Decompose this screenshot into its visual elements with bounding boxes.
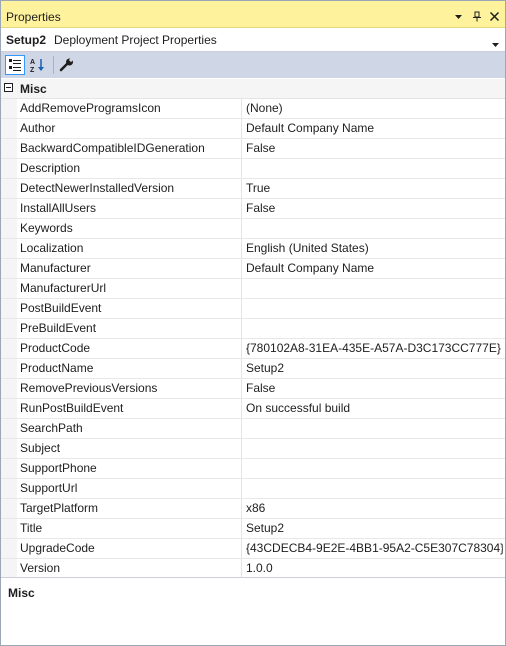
property-row[interactable]: RunPostBuildEvent On successful build xyxy=(1,399,505,419)
description-pane: Misc xyxy=(1,578,505,645)
property-row[interactable]: PostBuildEvent xyxy=(1,299,505,319)
property-value[interactable]: False xyxy=(246,379,503,398)
property-value[interactable]: {780102A8-31EA-435E-A57A-D3C173CC777E} xyxy=(246,339,503,358)
property-value[interactable]: English (United States) xyxy=(246,239,503,258)
property-value[interactable]: Default Company Name xyxy=(246,119,503,138)
toolbar: A Z xyxy=(1,52,505,78)
alphabetical-icon: A Z xyxy=(30,59,44,73)
property-value[interactable]: On successful build xyxy=(246,399,503,418)
property-value[interactable] xyxy=(246,279,503,298)
property-pages-button[interactable] xyxy=(57,55,77,75)
property-name[interactable]: RunPostBuildEvent xyxy=(1,399,242,418)
property-name[interactable]: InstallAllUsers xyxy=(1,199,242,218)
property-row[interactable]: SupportPhone xyxy=(1,459,505,479)
property-name[interactable]: PostBuildEvent xyxy=(1,299,242,318)
chevron-down-icon[interactable] xyxy=(492,37,499,51)
property-name[interactable]: Localization xyxy=(1,239,242,258)
property-row[interactable]: Localization English (United States) xyxy=(1,239,505,259)
property-value[interactable] xyxy=(246,439,503,458)
property-row[interactable]: Title Setup2 xyxy=(1,519,505,539)
object-selector[interactable]: Setup2 Deployment Project Properties xyxy=(1,28,505,52)
property-value[interactable] xyxy=(246,459,503,478)
property-name[interactable]: ManufacturerUrl xyxy=(1,279,242,298)
property-row[interactable]: SupportUrl xyxy=(1,479,505,499)
property-value[interactable]: 1.0.0 xyxy=(246,559,503,578)
property-row[interactable]: SearchPath xyxy=(1,419,505,439)
object-name: Setup2 xyxy=(6,33,47,47)
property-value[interactable]: Setup2 xyxy=(246,519,503,538)
property-name[interactable]: BackwardCompatibleIDGeneration xyxy=(1,139,242,158)
property-row[interactable]: DetectNewerInstalledVersion True xyxy=(1,179,505,199)
property-name[interactable]: Subject xyxy=(1,439,242,458)
category-label: Misc xyxy=(20,82,47,96)
property-name[interactable]: Title xyxy=(1,519,242,538)
property-name[interactable]: Author xyxy=(1,119,242,138)
property-name[interactable]: DetectNewerInstalledVersion xyxy=(1,179,242,198)
property-row[interactable]: ProductName Setup2 xyxy=(1,359,505,379)
property-value[interactable]: (None) xyxy=(246,99,503,118)
property-name[interactable]: ProductName xyxy=(1,359,242,378)
property-row[interactable]: TargetPlatform x86 xyxy=(1,499,505,519)
property-name[interactable]: SupportPhone xyxy=(1,459,242,478)
property-name[interactable]: TargetPlatform xyxy=(1,499,242,518)
property-value[interactable] xyxy=(246,299,503,318)
property-name[interactable]: Keywords xyxy=(1,219,242,238)
property-value[interactable]: False xyxy=(246,199,503,218)
property-value[interactable]: Default Company Name xyxy=(246,259,503,278)
property-name[interactable]: SearchPath xyxy=(1,419,242,438)
property-name[interactable]: ProductCode xyxy=(1,339,242,358)
property-value[interactable] xyxy=(246,159,503,178)
property-row[interactable]: RemovePreviousVersions False xyxy=(1,379,505,399)
categorized-icon xyxy=(9,59,21,71)
property-row[interactable]: ManufacturerUrl xyxy=(1,279,505,299)
property-name[interactable]: RemovePreviousVersions xyxy=(1,379,242,398)
property-value[interactable] xyxy=(246,219,503,238)
property-value[interactable]: False xyxy=(246,139,503,158)
pin-icon[interactable] xyxy=(471,11,482,22)
title-bar[interactable]: Properties xyxy=(1,1,505,28)
property-value[interactable]: True xyxy=(246,179,503,198)
property-row[interactable]: Version 1.0.0 xyxy=(1,559,505,579)
property-row[interactable]: Description xyxy=(1,159,505,179)
svg-text:Z: Z xyxy=(30,67,35,73)
wrench-icon xyxy=(59,57,74,72)
property-name[interactable]: AddRemoveProgramsIcon xyxy=(1,99,242,118)
title-bar-buttons xyxy=(453,9,500,23)
property-row[interactable]: Subject xyxy=(1,439,505,459)
property-name[interactable]: Manufacturer xyxy=(1,259,242,278)
property-value[interactable] xyxy=(246,479,503,498)
properties-window: Properties Setup2 Deployment Project Pro… xyxy=(0,0,506,646)
object-type: Deployment Project Properties xyxy=(54,33,217,47)
property-row[interactable]: InstallAllUsers False xyxy=(1,199,505,219)
property-row[interactable]: Manufacturer Default Company Name xyxy=(1,259,505,279)
toolbar-separator xyxy=(53,56,54,74)
svg-text:A: A xyxy=(30,59,35,66)
property-name[interactable]: Description xyxy=(1,159,242,178)
property-row[interactable]: PreBuildEvent xyxy=(1,319,505,339)
alphabetical-button[interactable]: A Z xyxy=(28,55,48,75)
property-row[interactable]: AddRemoveProgramsIcon (None) xyxy=(1,99,505,119)
property-row[interactable]: Author Default Company Name xyxy=(1,119,505,139)
property-row[interactable]: ProductCode {780102A8-31EA-435E-A57A-D3C1… xyxy=(1,339,505,359)
property-name[interactable]: PreBuildEvent xyxy=(1,319,242,338)
property-name[interactable]: Version xyxy=(1,559,242,578)
property-value[interactable]: Setup2 xyxy=(246,359,503,378)
property-value[interactable] xyxy=(246,419,503,438)
property-row[interactable]: Keywords xyxy=(1,219,505,239)
collapse-icon[interactable] xyxy=(4,83,13,92)
property-value[interactable]: {43CDECB4-9E2E-4BB1-95A2-C5E307C78304} xyxy=(246,539,503,558)
property-value[interactable] xyxy=(246,319,503,338)
property-name[interactable]: SupportUrl xyxy=(1,479,242,498)
property-name[interactable]: UpgradeCode xyxy=(1,539,242,558)
dropdown-arrow-icon[interactable] xyxy=(453,11,464,22)
property-row[interactable]: BackwardCompatibleIDGeneration False xyxy=(1,139,505,159)
categorized-button[interactable] xyxy=(5,55,25,75)
property-value[interactable]: x86 xyxy=(246,499,503,518)
window-title: Properties xyxy=(6,10,61,24)
category-row-misc[interactable]: Misc xyxy=(1,79,505,99)
description-title: Misc xyxy=(8,586,35,600)
property-row[interactable]: UpgradeCode {43CDECB4-9E2E-4BB1-95A2-C5E3… xyxy=(1,539,505,559)
close-icon[interactable] xyxy=(489,11,500,22)
property-grid: Misc AddRemoveProgramsIcon (None) Author De… xyxy=(1,79,505,579)
